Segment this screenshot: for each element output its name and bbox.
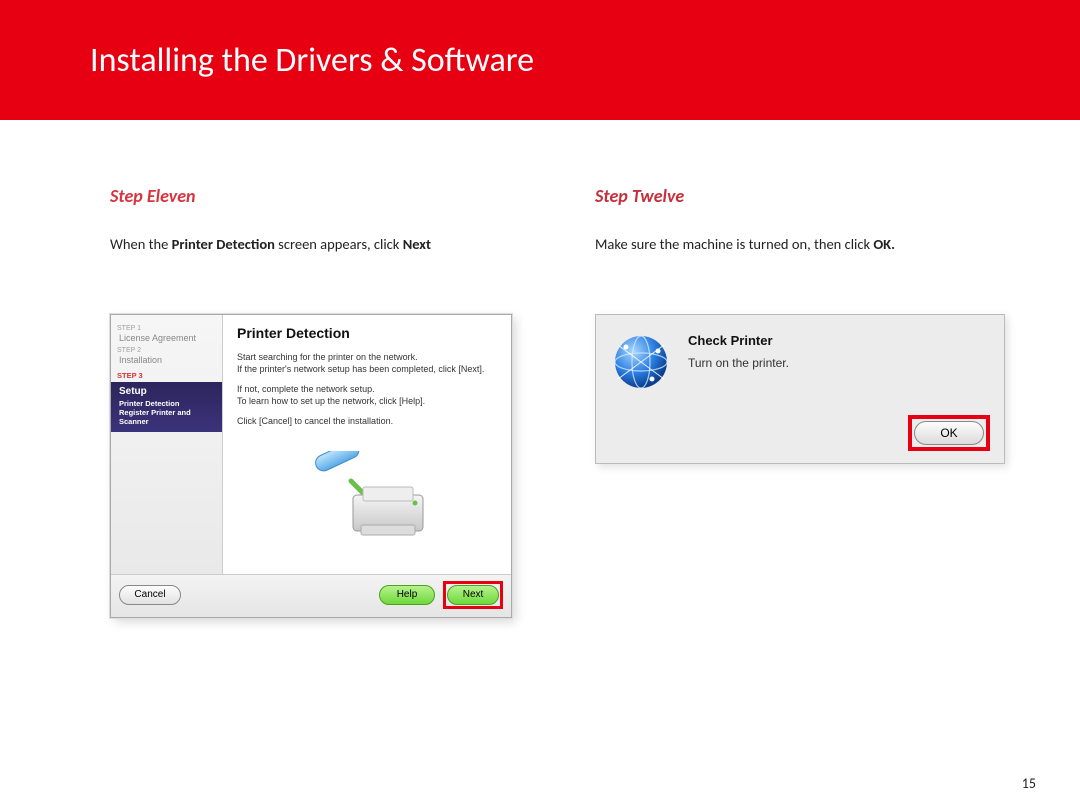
text-fragment: screen appears, click <box>275 235 403 253</box>
sidebar-step2-tag: STEP 2 <box>117 347 218 354</box>
dialog-title: Check Printer <box>688 333 990 348</box>
check-printer-dialog: Check Printer Turn on the printer. OK <box>595 314 1005 464</box>
step-twelve-column: Step Twelve Make sure the machine is tur… <box>595 185 1020 618</box>
step-eleven-column: Step Eleven When the Printer Detection s… <box>110 185 535 618</box>
ok-button[interactable]: OK <box>914 421 984 445</box>
text-fragment: When the <box>110 235 172 253</box>
dialog-body: Check Printer Turn on the printer. <box>612 333 990 391</box>
sidebar-active-setup: Setup Printer Detection Register Printer… <box>111 382 222 432</box>
text-bold: Next <box>403 235 431 253</box>
sidebar-step3-tag: STEP 3 <box>117 371 218 380</box>
panel-line3: Click [Cancel] to cancel the installatio… <box>237 415 499 427</box>
next-button-highlight: Next <box>443 581 503 609</box>
next-button[interactable]: Next <box>447 585 499 605</box>
printer-illustration <box>237 436 499 566</box>
printer-network-icon <box>303 451 433 551</box>
text-fragment: Make sure the machine is turned on, then… <box>595 235 873 253</box>
panel-line1: Start searching for the printer on the n… <box>237 351 499 375</box>
step-twelve-text: Make sure the machine is turned on, then… <box>595 235 1020 254</box>
globe-network-icon <box>612 333 670 391</box>
wizard-main-panel: Printer Detection Start searching for th… <box>223 315 511 574</box>
sidebar-item-license: License Agreement <box>119 333 218 343</box>
step-eleven-heading: Step Eleven <box>110 185 535 207</box>
panel-line2: If not, complete the network setup. To l… <box>237 383 499 407</box>
header-band: Installing the Drivers & Software <box>0 0 1080 120</box>
step-twelve-heading: Step Twelve <box>595 185 1020 207</box>
ok-button-highlight: OK <box>908 415 990 451</box>
cancel-button[interactable]: Cancel <box>119 585 181 605</box>
help-button[interactable]: Help <box>379 585 435 605</box>
wizard-body: STEP 1 License Agreement STEP 2 Installa… <box>111 315 511 574</box>
text-bold: Printer Detection <box>172 235 275 253</box>
wizard-footer: Cancel Help Next <box>111 574 511 617</box>
wizard-sidebar: STEP 1 License Agreement STEP 2 Installa… <box>111 315 223 574</box>
dialog-button-row: OK <box>612 415 990 451</box>
dialog-message: Turn on the printer. <box>688 356 990 370</box>
content-area: Step Eleven When the Printer Detection s… <box>0 120 1080 618</box>
step-eleven-text: When the Printer Detection screen appear… <box>110 235 535 254</box>
sidebar-setup-sub: Printer Detection Register Printer and S… <box>119 399 216 426</box>
page-title: Installing the Drivers & Software <box>90 40 534 81</box>
panel-title: Printer Detection <box>237 325 499 341</box>
sidebar-item-installation: Installation <box>119 355 218 365</box>
sidebar-setup-title: Setup <box>119 386 216 397</box>
dialog-texts: Check Printer Turn on the printer. <box>688 333 990 391</box>
text-bold: OK. <box>873 235 895 253</box>
sidebar-step1-tag: STEP 1 <box>117 325 218 332</box>
page-number: 15 <box>1022 775 1036 792</box>
printer-detection-wizard: STEP 1 License Agreement STEP 2 Installa… <box>110 314 512 618</box>
